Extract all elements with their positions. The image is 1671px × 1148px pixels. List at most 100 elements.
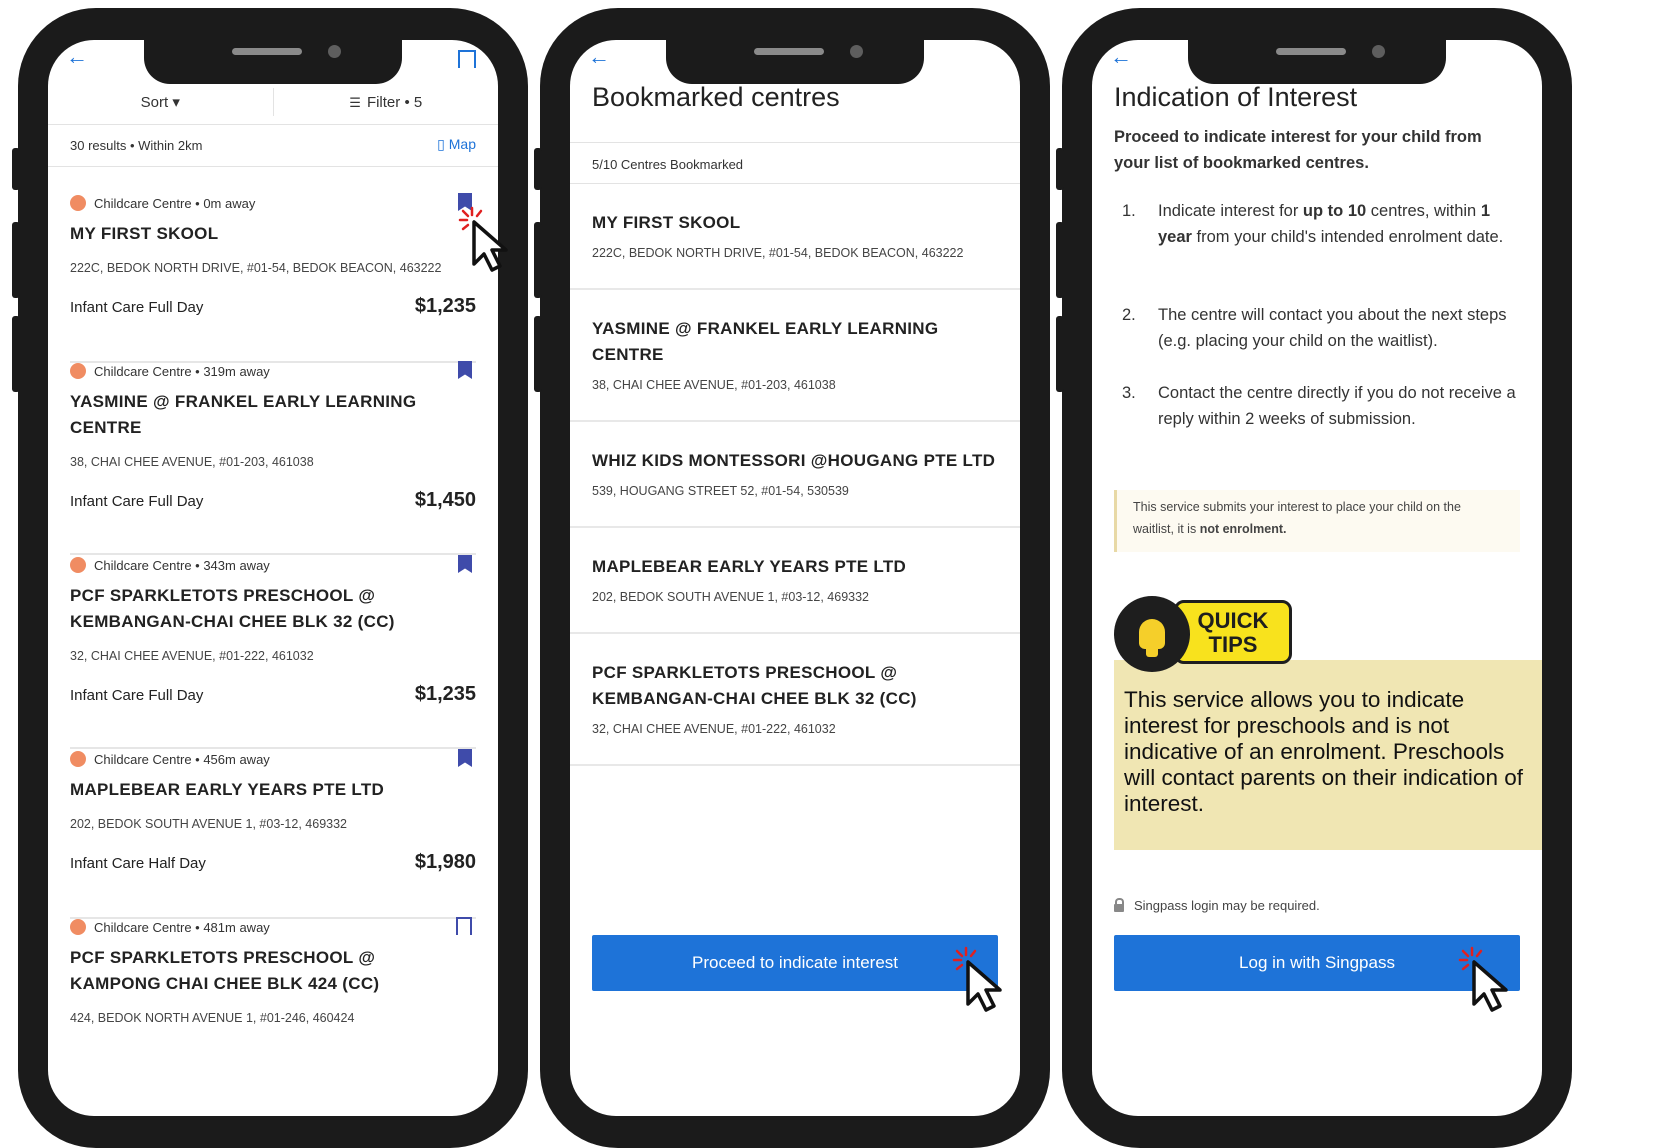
bookmark-count: 5/10 Centres Bookmarked xyxy=(570,142,1020,184)
step-text: from your child's intended enrolment dat… xyxy=(1191,228,1504,246)
centre-name: YASMINE @ FRANKEL EARLY LEARNING CENTRE xyxy=(70,392,417,437)
price: $1,235 xyxy=(414,683,476,705)
centre-type-distance: Childcare Centre • 456m away xyxy=(94,751,270,767)
step-text: Indicate interest for xyxy=(1158,202,1303,220)
step-bold: up to 10 xyxy=(1302,202,1367,220)
centre-card[interactable]: Childcare Centre • 319m away YASMINE @ F… xyxy=(70,361,476,555)
centre-address: 202, BEDOK SOUTH AVENUE 1, #03-12, 46933… xyxy=(592,590,869,604)
singpass-note-text: Singpass login may be required. xyxy=(1134,898,1320,913)
step-item: 1. Indicate interest for up to 10 centre… xyxy=(1114,198,1518,250)
sort-filter-bar: Sort ▾ ☰ Filter • 5 xyxy=(48,80,498,125)
centre-card[interactable]: Childcare Centre • 0m away MY FIRST SKOO… xyxy=(70,193,476,363)
centre-name: PCF SPARKLETOTS PRESCHOOL @ KEMBANGAN-CH… xyxy=(592,663,917,708)
centre-name: PCF SPARKLETOTS PRESCHOOL @ KEMBANGAN-CH… xyxy=(70,586,395,631)
results-count: 30 results • Within 2km xyxy=(70,138,203,153)
phone-notch xyxy=(1188,40,1446,84)
centre-name: MY FIRST SKOOL xyxy=(70,224,219,243)
step-item: 3. Contact the centre directly if you do… xyxy=(1114,380,1518,432)
step-item: 2. The centre will contact you about the… xyxy=(1114,302,1518,354)
results-summary: 30 results • Within 2km ▯ Map xyxy=(48,126,498,167)
care-plan: Infant Care Full Day xyxy=(70,299,204,316)
price: $1,235 xyxy=(414,295,476,317)
care-plan: Infant Care Full Day xyxy=(70,493,204,510)
centre-address: 222C, BEDOK NORTH DRIVE, #01-54, BEDOK B… xyxy=(70,261,442,275)
intro-text: Proceed to indicate interest for your ch… xyxy=(1114,128,1482,172)
centre-name: PCF SPARKLETOTS PRESCHOOL @ KAMPONG CHAI… xyxy=(70,948,380,993)
lock-icon xyxy=(1114,897,1124,912)
centre-name: MAPLEBEAR EARLY YEARS PTE LTD xyxy=(592,557,907,576)
tips-label-line1: QUICK xyxy=(1197,608,1269,633)
price: $1,980 xyxy=(414,851,476,873)
filter-button[interactable]: ☰ Filter • 5 xyxy=(274,94,499,111)
bookmarked-centre-item[interactable]: YASMINE @ FRANKEL EARLY LEARNING CENTRE … xyxy=(570,290,1020,422)
notice-text: This service submits your interest to pl… xyxy=(1133,500,1461,536)
back-arrow-icon[interactable]: ← xyxy=(588,46,610,68)
click-cursor-icon xyxy=(952,946,1002,1012)
step-number: 1. xyxy=(1122,202,1136,220)
back-arrow-icon[interactable]: ← xyxy=(66,46,88,68)
quick-tips-box: This service allows you to indicate inte… xyxy=(1114,660,1542,850)
centre-address: 38, CHAI CHEE AVENUE, #01-203, 461038 xyxy=(592,378,836,392)
click-cursor-icon xyxy=(458,206,508,272)
bookmark-filled-icon[interactable] xyxy=(458,749,472,767)
bookmarked-centre-item[interactable]: PCF SPARKLETOTS PRESCHOOL @ KEMBANGAN-CH… xyxy=(570,634,1020,766)
centre-address: 202, BEDOK SOUTH AVENUE 1, #03-12, 46933… xyxy=(70,817,347,831)
centre-address: 32, CHAI CHEE AVENUE, #01-222, 461032 xyxy=(70,649,314,663)
step-text: The centre will contact you about the ne… xyxy=(1158,306,1507,350)
bookmark-outline-icon[interactable] xyxy=(458,50,476,68)
click-cursor-icon xyxy=(1458,946,1508,1012)
centre-card[interactable]: Childcare Centre • 456m away MAPLEBEAR E… xyxy=(70,749,476,919)
care-plan: Infant Care Half Day xyxy=(70,855,206,872)
bookmarked-centre-item[interactable]: MY FIRST SKOOL 222C, BEDOK NORTH DRIVE, … xyxy=(570,184,1020,290)
proceed-button[interactable]: Proceed to indicate interest xyxy=(592,935,998,991)
tips-label-line2: TIPS xyxy=(1208,632,1258,657)
step-number: 3. xyxy=(1122,384,1136,402)
centre-address: 539, HOUGANG STREET 52, #01-54, 530539 xyxy=(592,484,849,498)
bookmarked-centre-item[interactable]: WHIZ KIDS MONTESSORI @HOUGANG PTE LTD 53… xyxy=(570,422,1020,528)
waitlist-notice: This service submits your interest to pl… xyxy=(1114,490,1520,552)
step-text: centres, within xyxy=(1366,202,1481,220)
childcare-centre-icon xyxy=(70,363,86,379)
centre-type-distance: Childcare Centre • 319m away xyxy=(94,363,270,379)
childcare-centre-icon xyxy=(70,751,86,767)
map-icon: ▯ xyxy=(437,136,445,152)
map-button[interactable]: ▯ Map xyxy=(437,136,476,153)
centre-address: 222C, BEDOK NORTH DRIVE, #01-54, BEDOK B… xyxy=(592,246,964,260)
centre-type-distance: Childcare Centre • 481m away xyxy=(94,919,270,935)
centre-name: YASMINE @ FRANKEL EARLY LEARNING CENTRE xyxy=(592,319,939,364)
phone-search-results: ← Sort ▾ ☰ Filter • 5 30 results • Within… xyxy=(12,8,528,1148)
centre-name: MAPLEBEAR EARLY YEARS PTE LTD xyxy=(70,780,385,799)
sort-button[interactable]: Sort ▾ xyxy=(48,93,273,111)
lightbulb-icon xyxy=(1114,596,1190,672)
centre-card[interactable]: Childcare Centre • 343m away PCF SPARKLE… xyxy=(70,555,476,749)
centre-type-distance: Childcare Centre • 0m away xyxy=(94,195,256,211)
bookmark-filled-icon[interactable] xyxy=(458,555,472,573)
centre-name: MY FIRST SKOOL xyxy=(592,213,741,232)
bookmark-outline-icon[interactable] xyxy=(456,917,472,935)
quick-tips-badge: QUICK TIPS xyxy=(1114,596,1296,672)
step-text: Contact the centre directly if you do no… xyxy=(1158,384,1516,428)
centre-name: WHIZ KIDS MONTESSORI @HOUGANG PTE LTD xyxy=(592,451,996,470)
childcare-centre-icon xyxy=(70,919,86,935)
centre-address: 38, CHAI CHEE AVENUE, #01-203, 461038 xyxy=(70,455,314,469)
page-title: Bookmarked centres xyxy=(592,82,840,112)
singpass-note: Singpass login may be required. xyxy=(1114,897,1320,913)
centre-card[interactable]: Childcare Centre • 481m away PCF SPARKLE… xyxy=(70,917,476,1116)
bookmarked-centre-item[interactable]: MAPLEBEAR EARLY YEARS PTE LTD 202, BEDOK… xyxy=(570,528,1020,634)
filter-label: Filter • 5 xyxy=(366,93,423,111)
bookmark-count-text: 5/10 Centres Bookmarked xyxy=(592,157,744,172)
back-arrow-icon[interactable]: ← xyxy=(1110,46,1132,68)
bookmark-filled-icon[interactable] xyxy=(458,361,472,379)
centre-type-distance: Childcare Centre • 343m away xyxy=(94,557,270,573)
centre-address: 32, CHAI CHEE AVENUE, #01-222, 461032 xyxy=(592,722,836,736)
phone-notch xyxy=(144,40,402,84)
step-number: 2. xyxy=(1122,306,1136,324)
screen-search-results: ← Sort ▾ ☰ Filter • 5 30 results • Within… xyxy=(48,40,498,1116)
care-plan: Infant Care Full Day xyxy=(70,687,204,704)
notice-bold: not enrolment. xyxy=(1199,522,1287,536)
page-title: Indication of Interest xyxy=(1114,82,1358,112)
filter-sliders-icon: ☰ xyxy=(349,94,361,110)
phone-notch xyxy=(666,40,924,84)
childcare-centre-icon xyxy=(70,557,86,573)
childcare-centre-icon xyxy=(70,195,86,211)
